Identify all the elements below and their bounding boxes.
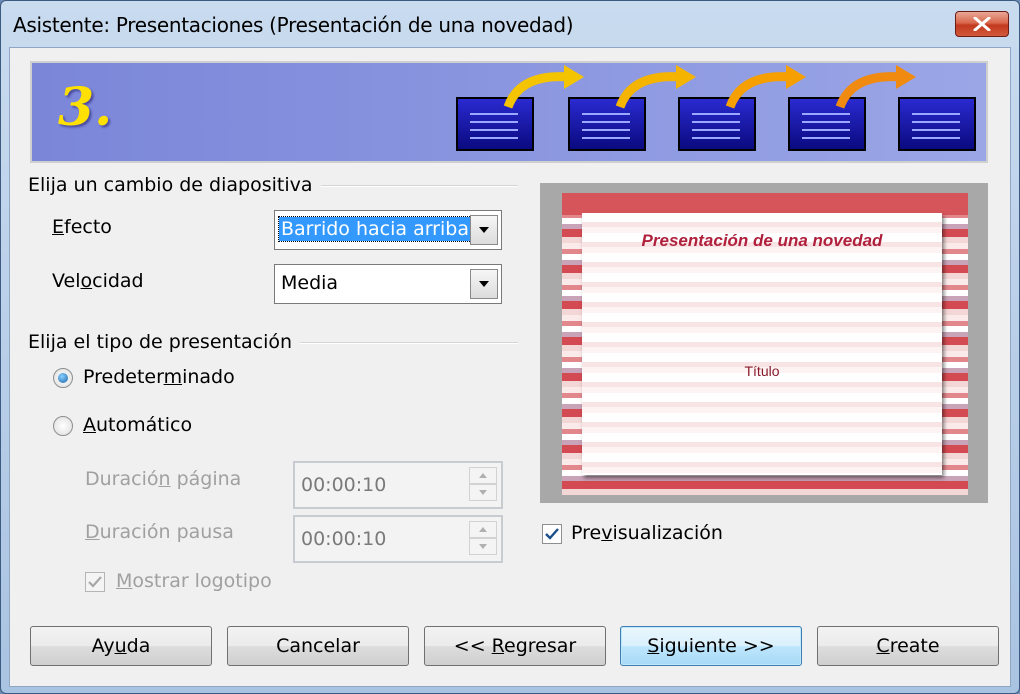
page-duration-label: Duración página <box>85 468 242 490</box>
effect-label: Efecto <box>52 216 112 238</box>
transition-group-title: Elija un cambio de diapositiva <box>28 174 321 196</box>
preview-checkbox-label[interactable]: Previsualización <box>571 522 723 544</box>
group-separator <box>320 185 518 187</box>
window-title: Asistente: Presentaciones (Presentación … <box>13 13 574 37</box>
step-number: 3. <box>58 77 113 138</box>
effect-value: Barrido hacia arriba <box>278 216 472 242</box>
spin-up-icon[interactable] <box>469 467 497 484</box>
show-logo-checkbox[interactable] <box>85 572 105 592</box>
spin-down-icon[interactable] <box>469 538 497 555</box>
default-radio[interactable] <box>53 368 73 388</box>
preview-slide: Presentación de una novedad Título <box>582 213 942 475</box>
create-button[interactable]: Create <box>817 626 999 666</box>
pause-duration-value: 00:00:10 <box>301 528 387 550</box>
chevron-down-icon[interactable] <box>470 269 498 299</box>
preview-checkbox[interactable] <box>542 524 562 544</box>
preview-slide-title: Presentación de una novedad <box>641 231 883 250</box>
curved-arrow-icon <box>503 65 584 109</box>
show-logo-label[interactable]: Mostrar logotipo <box>116 570 272 592</box>
speed-select[interactable]: Media <box>274 264 502 304</box>
next-button[interactable]: Siguiente >> <box>620 626 802 666</box>
effect-select[interactable]: Barrido hacia arriba <box>274 210 502 250</box>
speed-label: Velocidad <box>52 270 144 292</box>
wizard-window: Asistente: Presentaciones (Presentación … <box>0 0 1020 694</box>
curved-arrow-icon <box>725 65 806 109</box>
speed-value: Media <box>281 272 339 294</box>
curved-arrow-icon <box>835 65 916 109</box>
preview-slide-subtitle: Título <box>744 363 780 379</box>
wizard-banner: 3. <box>30 61 988 163</box>
title-bar[interactable]: Asistente: Presentaciones (Presentación … <box>1 1 1019 47</box>
back-button[interactable]: << Regresar <box>424 626 606 666</box>
slide-preview: Presentación de una novedad Título <box>540 183 988 503</box>
pause-duration-label: Duración pausa <box>85 521 234 543</box>
checkmark-icon <box>545 528 559 540</box>
default-radio-label[interactable]: Predeterminado <box>83 366 235 388</box>
dialog-body: 3. Elija un cambio de diapositiva Efecto… <box>9 47 1011 687</box>
page-duration-value: 00:00:10 <box>301 474 387 496</box>
chevron-down-icon[interactable] <box>470 215 498 245</box>
presentation-group-title: Elija el tipo de presentación <box>28 331 301 353</box>
spin-down-icon[interactable] <box>469 484 497 501</box>
cancel-button[interactable]: Cancelar <box>227 626 409 666</box>
group-separator <box>298 342 518 344</box>
preview-top-band <box>562 193 968 215</box>
automatic-radio[interactable] <box>53 416 73 436</box>
spin-up-icon[interactable] <box>469 521 497 538</box>
close-icon <box>973 17 991 31</box>
automatic-radio-label[interactable]: Automático <box>83 414 192 436</box>
help-button[interactable]: Ayuda <box>30 626 212 666</box>
close-button[interactable] <box>955 11 1009 37</box>
checkmark-icon <box>88 576 102 588</box>
curved-arrow-icon <box>615 65 696 109</box>
page-duration-field[interactable]: 00:00:10 <box>293 461 503 509</box>
pause-duration-field[interactable]: 00:00:10 <box>293 515 503 563</box>
